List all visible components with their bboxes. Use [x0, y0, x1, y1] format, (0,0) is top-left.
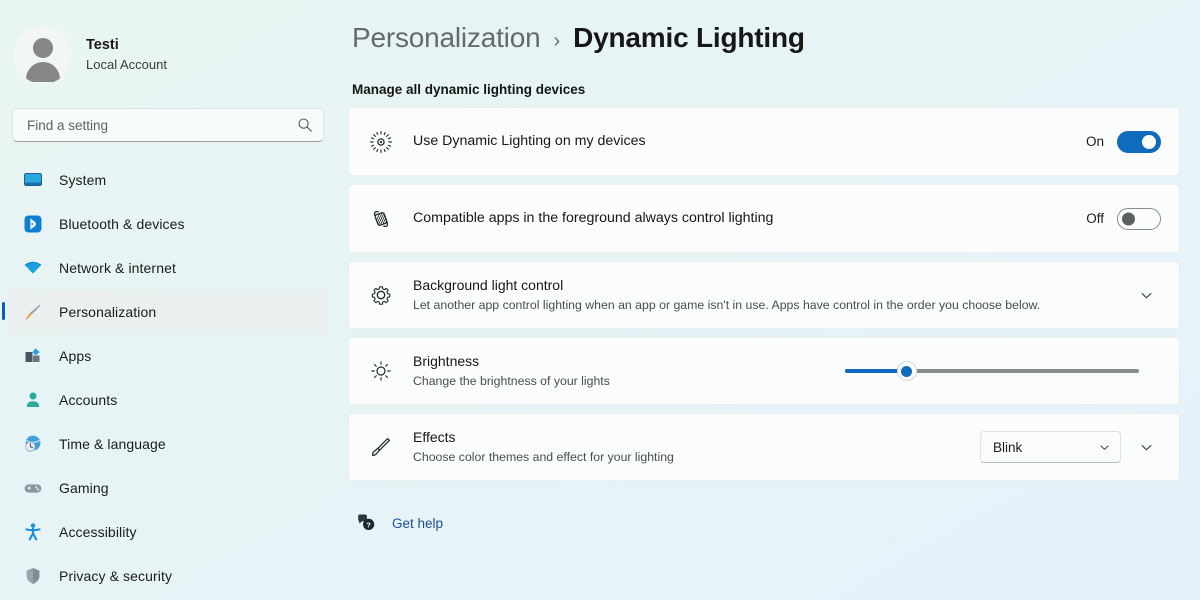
chevron-down-icon[interactable] — [1131, 432, 1161, 462]
main-content: Personalization › Dynamic Lighting Manag… — [340, 0, 1200, 600]
setting-title: Effects — [413, 429, 456, 445]
sidebar-item-label: Accounts — [59, 392, 118, 408]
svg-text:?: ? — [366, 520, 371, 529]
setting-title: Compatible apps in the foreground always… — [413, 210, 774, 226]
sidebar-item-accessibility[interactable]: Accessibility — [8, 510, 328, 554]
toggle-state-label: On — [1085, 134, 1104, 149]
sidebar-item-label: System — [59, 172, 107, 188]
gamepad-icon — [22, 478, 43, 499]
setting-background-light-control[interactable]: Background light control Let another app… — [348, 261, 1180, 329]
sidebar-item-network-internet[interactable]: Network & internet — [8, 246, 328, 290]
search-input[interactable] — [27, 117, 297, 133]
dynamic-lighting-toggle[interactable] — [1117, 130, 1161, 153]
user-profile[interactable]: Testi Local Account — [0, 18, 340, 92]
setting-foreground-control[interactable]: Compatible apps in the foreground always… — [348, 184, 1180, 253]
profile-account-type: Local Account — [86, 57, 167, 72]
sidebar-item-label: Privacy & security — [59, 568, 173, 584]
setting-effects[interactable]: Effects Choose color themes and effect f… — [348, 413, 1180, 481]
sidebar-item-label: Apps — [59, 348, 92, 364]
get-help-link[interactable]: ? Get help — [348, 513, 443, 533]
sidebar-nav: System Bluetooth & devices Network & int… — [0, 158, 340, 598]
sidebar-item-label: Gaming — [59, 480, 109, 496]
sidebar-item-label: Network & internet — [59, 260, 176, 276]
page-title: Dynamic Lighting — [573, 22, 805, 53]
sidebar-item-label: Personalization — [59, 304, 157, 320]
foreground-control-toggle[interactable] — [1117, 207, 1161, 230]
setting-title: Use Dynamic Lighting on my devices — [413, 133, 646, 149]
brightness-slider[interactable] — [845, 360, 1139, 382]
setting-title: Brightness — [413, 353, 480, 369]
wifi-icon — [22, 258, 43, 279]
setting-description: Choose color themes and effect for your … — [413, 450, 674, 464]
sidebar-item-system[interactable]: System — [8, 158, 328, 202]
setting-title: Background light control — [413, 277, 564, 293]
breadcrumb: Personalization › Dynamic Lighting — [348, 22, 1180, 68]
accessibility-icon — [22, 522, 43, 543]
avatar — [14, 26, 72, 84]
sidebar: Testi Local Account System — [0, 0, 340, 600]
shield-icon — [22, 566, 43, 587]
breadcrumb-parent[interactable]: Personalization — [352, 22, 541, 54]
apps-icon — [22, 346, 43, 367]
sidebar-item-privacy-security[interactable]: Privacy & security — [8, 554, 328, 598]
help-bubble-icon: ? — [358, 514, 375, 530]
setting-description: Change the brightness of your lights — [413, 374, 610, 388]
search-box[interactable] — [12, 108, 324, 142]
chevron-down-icon[interactable] — [1131, 280, 1161, 310]
setting-brightness[interactable]: Brightness Change the brightness of your… — [348, 337, 1180, 405]
slider-thumb[interactable] — [896, 361, 917, 381]
bluetooth-icon — [22, 214, 43, 235]
sidebar-item-time-language[interactable]: Time & language — [8, 422, 328, 466]
sidebar-item-apps[interactable]: Apps — [8, 334, 328, 378]
effects-dropdown-value: Blink — [993, 439, 1023, 455]
sidebar-item-bluetooth-devices[interactable]: Bluetooth & devices — [8, 202, 328, 246]
setting-use-dynamic-lighting[interactable]: Use Dynamic Lighting on my devices On — [348, 107, 1180, 176]
clock-globe-icon — [22, 434, 43, 455]
section-title: Manage all dynamic lighting devices — [352, 82, 586, 97]
sidebar-item-personalization[interactable]: Personalization — [2, 290, 328, 334]
effects-dropdown[interactable]: Blink — [980, 431, 1121, 463]
sidebar-item-gaming[interactable]: Gaming — [8, 466, 328, 510]
profile-name: Testi — [86, 37, 119, 53]
chevron-down-icon — [1100, 445, 1109, 450]
paintbrush-icon — [22, 302, 43, 323]
search-icon — [298, 118, 312, 132]
monitor-icon — [22, 170, 43, 191]
paintbrush-outline-icon — [369, 435, 393, 459]
get-help-label: Get help — [392, 515, 444, 531]
sidebar-item-accounts[interactable]: Accounts — [8, 378, 328, 422]
person-icon — [22, 390, 43, 411]
settings-window: Testi Local Account System — [0, 0, 1200, 600]
sidebar-item-label: Bluetooth & devices — [59, 216, 185, 232]
person-avatar-icon — [33, 38, 53, 58]
sun-icon — [369, 359, 393, 383]
app-layers-icon — [369, 207, 393, 231]
gear-icon — [369, 283, 393, 307]
sidebar-item-label: Accessibility — [59, 524, 137, 540]
sidebar-item-label: Time & language — [59, 436, 166, 452]
toggle-state-label: Off — [1086, 211, 1104, 226]
setting-description: Let another app control lighting when an… — [413, 298, 1041, 312]
chevron-right-icon: › — [553, 30, 561, 52]
light-burst-icon — [369, 130, 393, 154]
